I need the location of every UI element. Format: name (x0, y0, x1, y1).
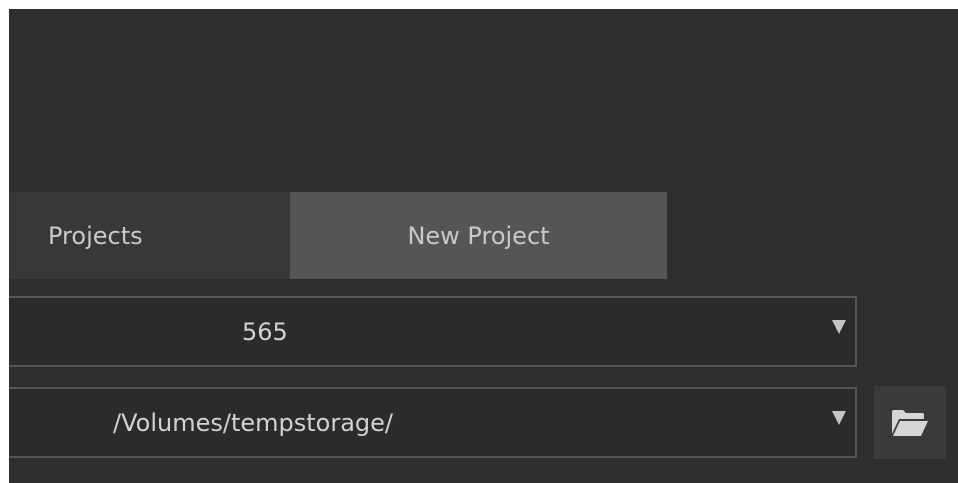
tab-new-project-label: New Project (407, 221, 550, 250)
browse-folder-button[interactable] (874, 386, 946, 459)
number-select-value: 565 (242, 317, 288, 346)
triangle-down-icon (832, 411, 846, 425)
folder-open-icon (892, 409, 928, 436)
tab-projects-label: Projects (48, 221, 143, 250)
triangle-down-icon (832, 320, 846, 334)
path-select-value: /Volumes/tempstorage/ (113, 408, 393, 437)
number-select[interactable]: 565 (9, 296, 857, 367)
project-dialog: Projects New Project 565 /Volumes/tempst… (9, 9, 958, 483)
tab-new-project[interactable]: New Project (290, 192, 667, 279)
tab-projects[interactable]: Projects (9, 192, 290, 279)
path-select[interactable]: /Volumes/tempstorage/ (9, 387, 857, 458)
